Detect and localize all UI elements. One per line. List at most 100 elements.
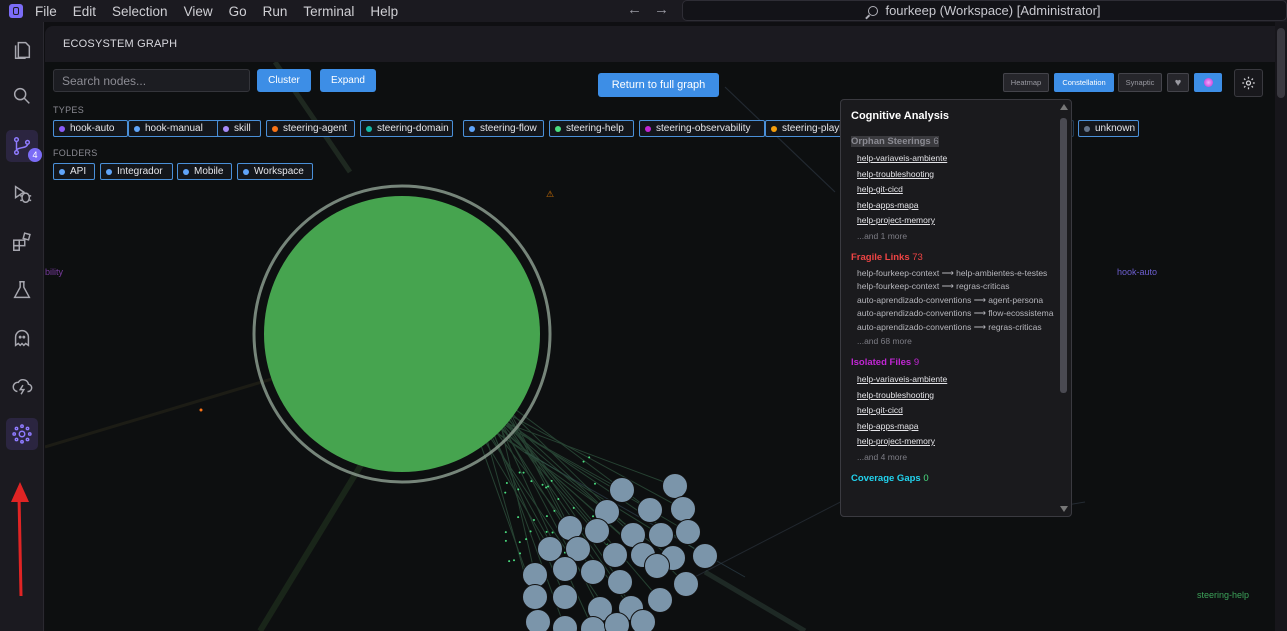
cluster-node[interactable] xyxy=(638,498,663,523)
cluster-node[interactable] xyxy=(663,474,688,499)
forward-arrow-icon[interactable]: → xyxy=(654,1,669,18)
testing-flask-icon[interactable] xyxy=(6,274,38,306)
folder-filter-chip[interactable]: Workspace xyxy=(237,163,313,180)
type-label: unknown xyxy=(1095,123,1135,134)
heart-icon[interactable]: ♥ xyxy=(1167,73,1189,92)
scroll-up-icon[interactable] xyxy=(1060,104,1068,110)
cluster-node[interactable] xyxy=(523,563,548,588)
graph-node-label: bility xyxy=(45,267,63,277)
editor-scrollbar[interactable] xyxy=(1275,22,1287,631)
scroll-down-icon[interactable] xyxy=(1060,506,1068,512)
cluster-node[interactable] xyxy=(523,585,548,610)
menu-edit[interactable]: Edit xyxy=(73,4,96,19)
cluster-node[interactable] xyxy=(608,570,633,595)
cluster-node[interactable] xyxy=(649,523,674,548)
section-count: 6 xyxy=(933,136,938,147)
folder-label: API xyxy=(70,166,86,177)
menu-run[interactable]: Run xyxy=(263,4,288,19)
return-to-full-graph-button[interactable]: Return to full graph xyxy=(598,73,719,97)
cluster-node[interactable] xyxy=(631,610,656,631)
menu-terminal[interactable]: Terminal xyxy=(303,4,354,19)
heatmap-mode-button[interactable]: Heatmap xyxy=(1003,73,1049,92)
lightning-cloud-icon[interactable] xyxy=(6,370,38,402)
cluster-node[interactable] xyxy=(553,616,578,631)
cognitive-panel-scroll-thumb[interactable] xyxy=(1060,118,1067,393)
folder-filter-chip[interactable]: Mobile xyxy=(177,163,232,180)
menu-help[interactable]: Help xyxy=(370,4,398,19)
type-filter-chip[interactable]: hook-manual xyxy=(128,120,224,137)
cluster-node[interactable] xyxy=(674,572,699,597)
orphan-list: help-variaveis-ambiente help-troubleshoo… xyxy=(851,151,1056,243)
orphan-link[interactable]: help-git-cicd xyxy=(857,182,1056,198)
orphan-link[interactable]: help-variaveis-ambiente xyxy=(857,151,1056,167)
cognitive-panel-scrollbar[interactable] xyxy=(1058,104,1070,514)
extensions-icon[interactable] xyxy=(6,226,38,258)
ecosystem-graph-canvas[interactable]: Cluster Expand Return to full graph TYPE… xyxy=(45,62,1275,631)
type-color-dot xyxy=(1084,126,1090,132)
type-filter-chip[interactable]: skill xyxy=(217,120,261,137)
run-debug-icon[interactable] xyxy=(6,178,38,210)
command-center-search[interactable]: fourkeep (Workspace) [Administrator] xyxy=(682,0,1287,21)
type-filter-chip[interactable]: steering-observability xyxy=(639,120,765,137)
menu-go[interactable]: Go xyxy=(229,4,247,19)
folder-filter-chip[interactable]: Integrador xyxy=(100,163,173,180)
search-nodes-input[interactable] xyxy=(53,69,250,92)
cluster-node[interactable] xyxy=(581,560,606,585)
orphan-link[interactable]: help-troubleshooting xyxy=(857,167,1056,183)
section-title: Coverage Gaps xyxy=(851,473,921,484)
search-icon[interactable] xyxy=(6,80,38,112)
orphan-link[interactable]: help-project-memory xyxy=(857,213,1056,229)
orphan-link[interactable]: help-apps-mapa xyxy=(857,198,1056,214)
cluster-node[interactable] xyxy=(610,478,635,503)
synaptic-mode-button[interactable]: Synaptic xyxy=(1118,73,1162,92)
fragile-more: ...and 68 more xyxy=(857,334,1056,348)
type-filter-chip[interactable]: unknown xyxy=(1078,120,1139,137)
ecosystem-graph-icon[interactable] xyxy=(6,418,38,450)
type-filter-chip[interactable]: hook-auto xyxy=(53,120,128,137)
folder-filter-chip[interactable]: API xyxy=(53,163,95,180)
type-filter-chip[interactable]: steering-agent xyxy=(266,120,355,137)
cluster-button[interactable]: Cluster xyxy=(257,69,311,92)
activity-bar: 4 xyxy=(0,22,44,631)
cluster-node[interactable] xyxy=(671,497,696,522)
isolated-link[interactable]: help-variaveis-ambiente xyxy=(857,372,1056,388)
cognitive-analysis-title: Cognitive Analysis xyxy=(851,110,949,122)
explorer-icon[interactable] xyxy=(6,34,38,66)
fragile-link-item: auto-aprendizado-conventions ⟶ regras-cr… xyxy=(857,321,1056,335)
cluster-node[interactable] xyxy=(693,544,718,569)
source-control-badge: 4 xyxy=(28,148,42,162)
cluster-node[interactable] xyxy=(645,554,670,579)
cluster-node[interactable] xyxy=(526,610,551,631)
cluster-node[interactable] xyxy=(553,557,578,582)
cluster-node[interactable] xyxy=(648,588,673,613)
cluster-node[interactable] xyxy=(603,543,628,568)
editor-scrollbar-thumb[interactable] xyxy=(1277,28,1285,98)
fragile-list: help-fourkeep-context ⟶ help-ambientes-e… xyxy=(851,267,1056,349)
type-filter-chip[interactable]: steering-flow xyxy=(463,120,544,137)
expand-button[interactable]: Expand xyxy=(320,69,376,92)
ghost-icon[interactable] xyxy=(6,322,38,354)
type-filter-chip[interactable]: steering-help xyxy=(549,120,634,137)
type-filter-chip[interactable]: steering-domain xyxy=(360,120,453,137)
panel-title: ECOSYSTEM GRAPH xyxy=(63,38,177,50)
back-arrow-icon[interactable]: ← xyxy=(627,1,642,18)
menu-selection[interactable]: Selection xyxy=(112,4,168,19)
source-control-icon[interactable]: 4 xyxy=(6,130,38,162)
isolated-link[interactable]: help-troubleshooting xyxy=(857,388,1056,404)
isolated-link[interactable]: help-project-memory xyxy=(857,434,1056,450)
cluster-node[interactable] xyxy=(553,585,578,610)
cluster-node[interactable] xyxy=(585,519,610,544)
isolated-link[interactable]: help-git-cicd xyxy=(857,403,1056,419)
menu-file[interactable]: File xyxy=(35,4,57,19)
settings-gear-icon[interactable] xyxy=(1234,69,1263,97)
type-label: steering-observability xyxy=(656,123,751,134)
isolated-link[interactable]: help-apps-mapa xyxy=(857,419,1056,435)
color-orb-icon[interactable] xyxy=(1194,73,1222,92)
type-label: steering-agent xyxy=(283,123,347,134)
menu-view[interactable]: View xyxy=(184,4,213,19)
cluster-node[interactable] xyxy=(676,520,701,545)
constellation-mode-button[interactable]: Constellation xyxy=(1054,73,1114,92)
folder-color-dot xyxy=(106,169,112,175)
folder-color-dot xyxy=(183,169,189,175)
types-section-label: TYPES xyxy=(53,105,84,115)
